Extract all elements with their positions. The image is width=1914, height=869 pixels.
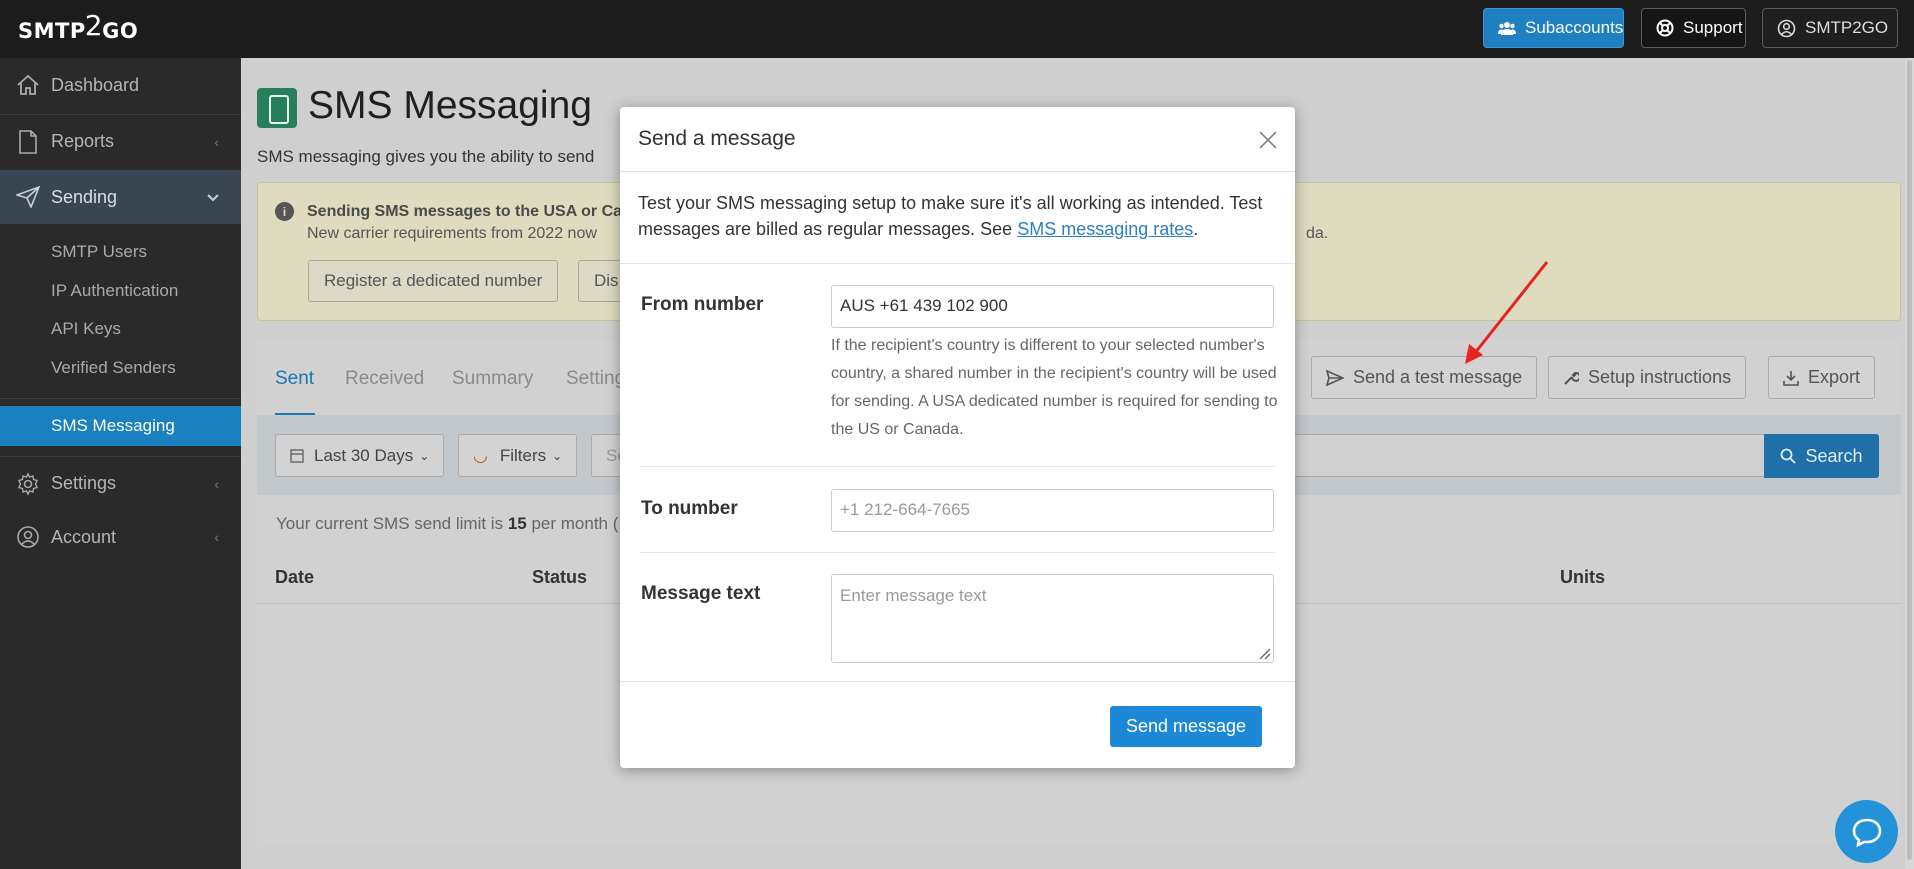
notice-text-tail: da.	[1306, 225, 1329, 242]
search-button[interactable]: Search	[1764, 434, 1879, 478]
download-icon	[1783, 370, 1799, 386]
document-icon	[16, 130, 40, 154]
paper-plane-icon	[16, 185, 40, 209]
tab-received[interactable]: Received	[345, 368, 424, 390]
sidebar-item-reports[interactable]: Reports ‹	[0, 114, 241, 168]
sidebar-item-label: Sending	[51, 186, 118, 207]
sidebar-item-label: Account	[51, 526, 117, 547]
subaccounts-button[interactable]: Subaccounts	[1483, 8, 1624, 48]
chat-icon	[1851, 817, 1883, 847]
modal-title: Send a message	[638, 127, 796, 150]
modal-header: Send a message	[620, 107, 1295, 172]
sidebar-subitem-ip-authentication[interactable]: IP Authentication	[51, 281, 178, 301]
send-test-message-label: Send a test message	[1353, 367, 1523, 387]
sidebar-subitem-smtp-users[interactable]: SMTP Users	[51, 242, 147, 262]
modal-divider	[620, 263, 1295, 264]
sidebar-item-label: Settings	[51, 473, 117, 493]
paper-plane-icon	[1326, 369, 1344, 386]
sidebar-item-dashboard[interactable]: Dashboard	[0, 58, 241, 112]
sidebar-item-account[interactable]: Account ‹	[0, 510, 241, 564]
scrollbar-thumb[interactable]	[1907, 60, 1912, 860]
sms-rates-link[interactable]: SMS messaging rates	[1017, 219, 1193, 239]
sidebar: Dashboard Reports ‹ Sending SMTP Users I…	[0, 58, 241, 869]
notice-text: New carrier requirements from 2022 now	[307, 225, 597, 242]
users-icon	[1498, 21, 1516, 35]
modal-divider	[640, 466, 1275, 467]
setup-instructions-label: Setup instructions	[1588, 367, 1732, 387]
chevron-down-icon: ⌄	[419, 448, 430, 463]
sidebar-subitem-verified-senders[interactable]: Verified Senders	[51, 358, 176, 378]
top-bar: SMTP2GO Subaccounts Support SMTP2GO	[0, 0, 1914, 58]
column-header-date[interactable]: Date	[275, 567, 314, 588]
sidebar-subitem-api-keys[interactable]: API Keys	[51, 319, 121, 339]
gear-icon	[16, 472, 40, 496]
tab-settings[interactable]: Setting	[566, 368, 625, 390]
user-icon	[16, 525, 40, 549]
sms-page-icon	[257, 88, 297, 128]
info-icon: i	[275, 202, 294, 221]
from-number-help: If the recipient's country is different …	[831, 337, 1278, 438]
sidebar-item-label: Reports	[51, 131, 115, 151]
chevron-left-icon: ‹	[214, 475, 219, 492]
page-subtitle: SMS messaging gives you the ability to s…	[257, 147, 595, 166]
search-icon	[1780, 448, 1797, 464]
export-button[interactable]: Export	[1768, 356, 1876, 399]
tab-sent[interactable]: Sent	[275, 368, 314, 390]
smtp2go-logo[interactable]: SMTP2GO	[18, 9, 138, 45]
message-text-placeholder: Enter message text	[840, 586, 987, 605]
notice-title: Sending SMS messages to the USA or Ca	[307, 203, 623, 220]
setup-instructions-button[interactable]: Setup instructions	[1548, 356, 1747, 399]
support-label: Support	[1683, 18, 1743, 37]
account-menu-button[interactable]: SMTP2GO	[1762, 8, 1898, 48]
send-message-button[interactable]: Send message	[1110, 706, 1262, 747]
message-text-field[interactable]: Enter message text	[831, 574, 1274, 663]
send-limit-text: Your current SMS send limit is 15 per mo…	[276, 514, 619, 533]
sidebar-item-sending[interactable]: Sending	[0, 170, 241, 224]
chevron-left-icon: ‹	[214, 529, 219, 545]
modal-divider	[640, 552, 1275, 553]
account-label: SMTP2GO	[1805, 18, 1889, 37]
close-icon[interactable]	[1256, 128, 1280, 152]
modal-description: Test your SMS messaging setup to make su…	[638, 193, 1263, 239]
sidebar-item-settings[interactable]: Settings ‹	[0, 456, 241, 510]
wrench-icon	[1563, 370, 1579, 386]
to-number-label: To number	[641, 498, 738, 519]
chevron-left-icon: ‹	[214, 133, 219, 150]
from-number-select[interactable]: AUS +61 439 102 900	[831, 285, 1274, 328]
home-icon	[16, 73, 40, 97]
message-text-label: Message text	[641, 583, 761, 604]
subaccounts-label: Subaccounts	[1525, 18, 1624, 37]
chevron-down-icon	[207, 189, 219, 205]
date-range-dropdown[interactable]: Last 30 Days ⌄	[275, 434, 445, 477]
date-range-label: Last 30 Days	[314, 445, 414, 465]
sidebar-divider	[0, 398, 241, 399]
chevron-down-icon: ⌄	[552, 448, 563, 463]
to-number-field[interactable]: +1 212-664-7665	[831, 489, 1274, 532]
tab-summary[interactable]: Summary	[452, 368, 533, 390]
sidebar-item-label: Dashboard	[51, 74, 140, 95]
filters-label: Filters	[499, 445, 547, 465]
annotation-arrow	[1465, 261, 1549, 364]
user-circle-icon	[1777, 19, 1796, 38]
search-label: Search	[1805, 445, 1863, 466]
support-button[interactable]: Support	[1641, 8, 1746, 48]
from-number-label: From number	[641, 294, 764, 315]
filters-dropdown[interactable]: ◡ Filters ⌄	[458, 434, 578, 477]
spinner-icon: ◡	[473, 445, 488, 465]
register-dedicated-number-button[interactable]: Register a dedicated number	[308, 260, 559, 302]
column-header-units[interactable]: Units	[1560, 567, 1605, 588]
send-message-modal: Send a message Test your SMS messaging s…	[620, 107, 1295, 768]
calendar-icon	[290, 448, 304, 463]
chat-widget-button[interactable]	[1835, 800, 1898, 863]
page-title: SMS Messaging	[308, 84, 592, 127]
lifebuoy-icon	[1656, 19, 1674, 37]
modal-footer-divider	[620, 681, 1295, 682]
column-header-status[interactable]: Status	[532, 567, 587, 588]
sidebar-subitem-sms-messaging[interactable]: SMS Messaging	[0, 406, 241, 446]
resize-handle-icon[interactable]	[1257, 646, 1271, 660]
export-label: Export	[1808, 367, 1861, 387]
